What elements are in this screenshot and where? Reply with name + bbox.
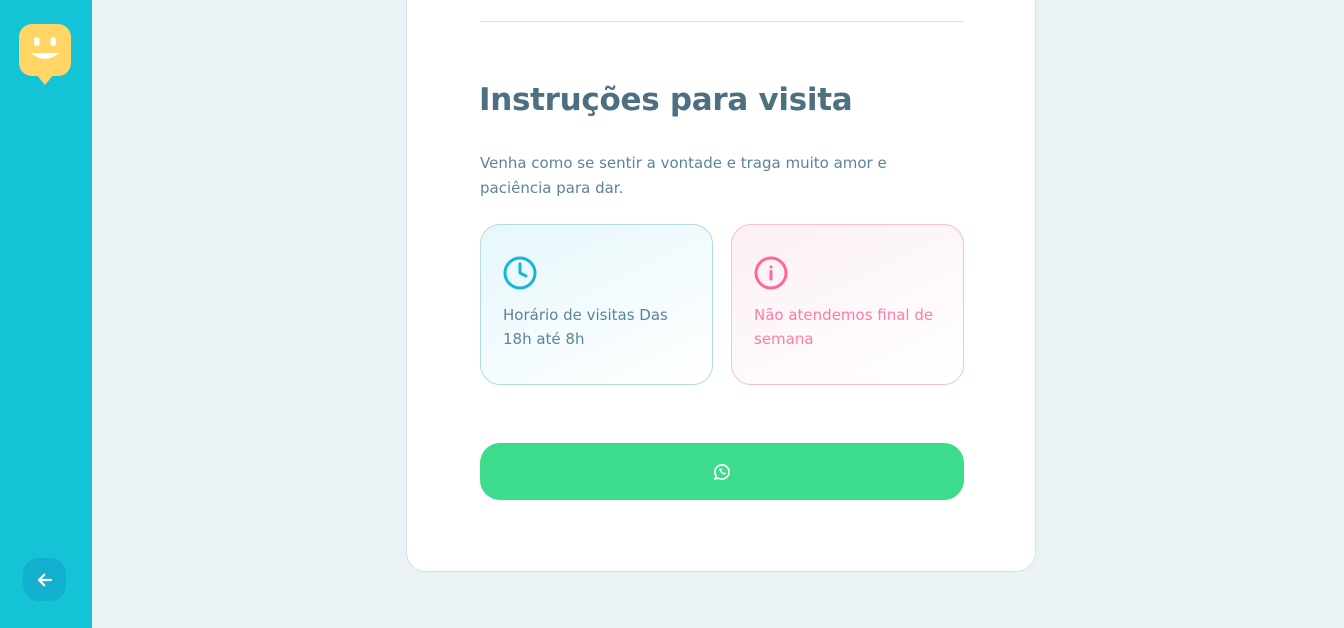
info-icon [754,256,788,290]
weekend-notice-text: Não atendemos final de semana [754,306,934,348]
divider [480,21,964,22]
page-title: Instruções para visita [479,82,853,118]
clock-icon [503,256,537,290]
visit-description: Venha como se sentir a vontade e traga m… [480,154,887,197]
arrow-left-icon [37,573,52,586]
whatsapp-contact-button[interactable] [480,443,964,500]
smiley-chat-bubble-icon[interactable] [19,24,71,86]
back-button[interactable] [23,558,66,601]
visiting-hours-text: Horário de visitas Das 18h até 8h [503,306,668,348]
visit-details-card: Instruções para visita Venha como se sen… [406,0,1036,572]
sidebar [0,0,92,628]
weekend-notice-card: Não atendemos final de semana [731,224,964,385]
whatsapp-icon [714,463,730,480]
visiting-hours-card: Horário de visitas Das 18h até 8h [480,224,713,385]
